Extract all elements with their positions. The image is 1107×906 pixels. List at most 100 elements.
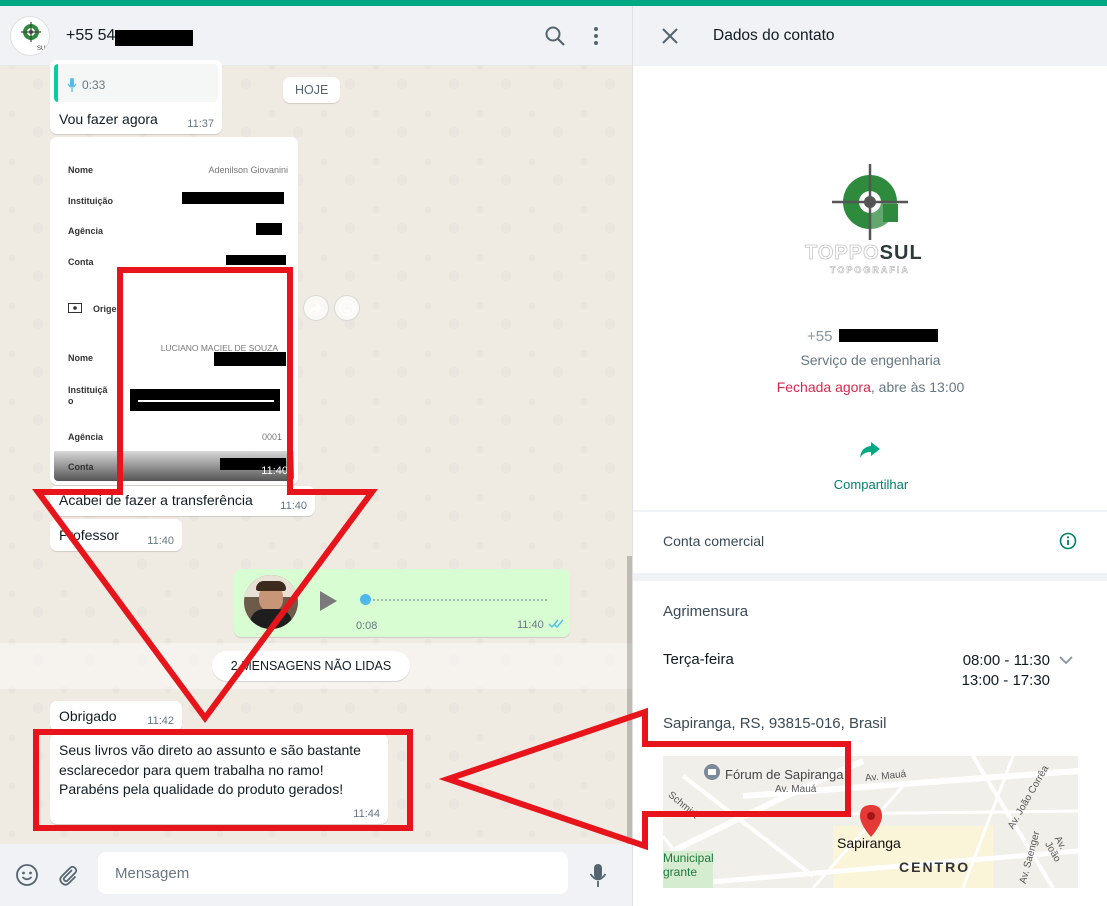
- map-label: grante: [663, 865, 698, 879]
- message-text: Acabei de fazer a transferência: [59, 492, 253, 508]
- message-bubble[interactable]: Acabei de fazer a transferência 11:40: [50, 486, 315, 516]
- sender-avatar: [244, 575, 298, 629]
- logo-text-light: TOPPO: [805, 242, 880, 265]
- close-icon[interactable]: [661, 27, 679, 45]
- business-logo[interactable]: TOPPOSUL TOPOGRAFIA: [799, 160, 939, 292]
- attach-icon[interactable]: [56, 863, 80, 887]
- business-account-row[interactable]: Conta comercial: [633, 512, 1107, 573]
- receipt-label: Agência: [68, 226, 104, 236]
- message-time: 11:37: [187, 118, 214, 130]
- redaction-line: [138, 400, 274, 402]
- date-divider: HOJE: [283, 77, 341, 103]
- redacted-field: [256, 223, 282, 235]
- message-time: 11:40: [261, 465, 288, 477]
- unread-divider: 2 MENSAGENS NÃO LIDAS: [0, 643, 632, 689]
- message-bubble[interactable]: Obrigado 11:42: [50, 701, 182, 731]
- origin-icon: [68, 303, 82, 313]
- map-label: Municipal: [663, 851, 714, 865]
- chevron-down-icon[interactable]: [1058, 652, 1074, 668]
- emoji-icon[interactable]: [15, 863, 39, 887]
- redacted-field: [214, 352, 286, 366]
- closed-status: Fechada agora: [776, 379, 871, 395]
- message-bubble[interactable]: Professor 11:40: [50, 519, 182, 551]
- share-button[interactable]: Compartilhar: [831, 431, 911, 495]
- microphone-icon: [67, 78, 77, 92]
- map-label: Fórum de Sapiranga: [725, 767, 844, 782]
- logo-tagline: TOPOGRAFIA: [830, 265, 910, 276]
- contact-profile-card: TOPPOSUL TOPOGRAFIA +55 Serviço de engen…: [633, 66, 1107, 510]
- chat-panel: SUL +55 54 0:33 Vou fazer agora 11:37 HO…: [0, 6, 632, 906]
- share-label: Compartilhar: [833, 477, 909, 492]
- audio-position: 0:08: [356, 620, 378, 632]
- message-text: Seus livros vão direto ao assunto e são …: [59, 741, 361, 800]
- business-address: Sapiranga, RS, 93815-016, Brasil: [663, 715, 887, 732]
- microphone-icon[interactable]: [589, 863, 607, 889]
- phone-prefix: +55: [807, 328, 833, 345]
- message-time: 11:40: [147, 535, 174, 547]
- svg-text:SUL: SUL: [37, 46, 49, 52]
- message-text: Vou fazer agora: [59, 111, 158, 127]
- image-message[interactable]: Nome Adenilson Giovanini Instituição Agê…: [50, 137, 298, 485]
- hours-slot: 13:00 - 17:30: [961, 672, 1050, 689]
- business-category: Serviço de engenharia: [800, 352, 941, 368]
- map-pin-icon: [860, 805, 882, 837]
- map-district: CENTRO: [899, 859, 971, 875]
- composer: [0, 844, 632, 906]
- forward-icon: [309, 303, 323, 314]
- contact-header: Dados do contato: [633, 6, 1107, 66]
- receipt-value: 0001: [261, 432, 282, 442]
- message-time: 11:40: [517, 619, 544, 631]
- search-icon[interactable]: [543, 24, 567, 48]
- logo-emblem-icon: [832, 164, 908, 240]
- message-input[interactable]: [98, 852, 568, 894]
- message-bubble[interactable]: 0:33 Vou fazer agora 11:37: [50, 60, 222, 134]
- redacted-field: [226, 255, 286, 265]
- business-status: Fechada agora, abre às 13:00: [633, 379, 1107, 395]
- emoji-icon: [339, 300, 355, 316]
- logo-wordmark: TOPPOSUL: [805, 242, 923, 265]
- map-city: Sapiranga: [837, 835, 901, 851]
- hours-slot: 08:00 - 11:30: [962, 652, 1050, 669]
- receipt-label: Instituição: [68, 196, 114, 206]
- message-time: 11:44: [353, 808, 380, 820]
- hours-list[interactable]: 08:00 - 11:30 13:00 - 17:30: [962, 651, 1050, 691]
- receipt-label: Agência: [68, 432, 104, 442]
- message-time: 11:40: [280, 500, 307, 512]
- map-poi-icon: [704, 764, 720, 780]
- hours-day[interactable]: Terça-feira: [663, 651, 734, 668]
- receipt-label: Nome: [68, 353, 94, 363]
- unread-label: 2 MENSAGENS NÃO LIDAS: [212, 651, 410, 681]
- message-text: Obrigado: [59, 708, 117, 724]
- play-icon[interactable]: [318, 590, 338, 612]
- panel-title: Dados do contato: [713, 27, 835, 44]
- audio-waveform[interactable]: [364, 599, 547, 601]
- message-time: 11:42: [147, 715, 174, 727]
- avatar[interactable]: SUL: [10, 16, 50, 56]
- double-check-icon: [548, 619, 564, 629]
- business-category-detail: Agrimensura: [663, 603, 749, 620]
- outgoing-audio-message[interactable]: 0:08 11:40: [234, 569, 570, 637]
- map-street: Av. Mauá: [775, 784, 817, 795]
- menu-dots-icon[interactable]: [584, 24, 608, 48]
- message-line: esclarecedor para quem trabalha no ramo!: [59, 761, 324, 778]
- redacted-field: [182, 192, 284, 204]
- message-line: Seus livros vão direto ao assunto e são …: [59, 742, 361, 758]
- message-line: Parabéns pela qualidade do produto gerad…: [59, 781, 344, 797]
- receipt-value: Adenilson Giovanini: [208, 165, 288, 175]
- redacted-phone: [115, 30, 193, 46]
- share-icon: [860, 442, 880, 458]
- message-text: Professor: [59, 527, 119, 543]
- contact-info-panel: Dados do contato TOPPOSUL TOPOGRAFIA +55…: [632, 6, 1107, 906]
- redacted-phone: [839, 329, 938, 342]
- react-button[interactable]: [334, 295, 360, 321]
- forward-button[interactable]: [303, 295, 329, 321]
- quoted-audio[interactable]: 0:33: [54, 64, 218, 102]
- location-map[interactable]: Fórum de Sapiranga Av. Mauá Av. Mauá Sch…: [663, 756, 1078, 888]
- chat-contact-name[interactable]: +55 54: [66, 27, 115, 45]
- chat-header[interactable]: SUL +55 54: [0, 6, 632, 66]
- receipt-label: Orige: [93, 304, 117, 314]
- info-icon[interactable]: [1059, 532, 1077, 550]
- receipt-image[interactable]: Nome Adenilson Giovanini Instituição Agê…: [54, 141, 294, 481]
- message-bubble[interactable]: Seus livros vão direto ao assunto e são …: [50, 734, 388, 824]
- audio-progress-handle[interactable]: [360, 594, 371, 605]
